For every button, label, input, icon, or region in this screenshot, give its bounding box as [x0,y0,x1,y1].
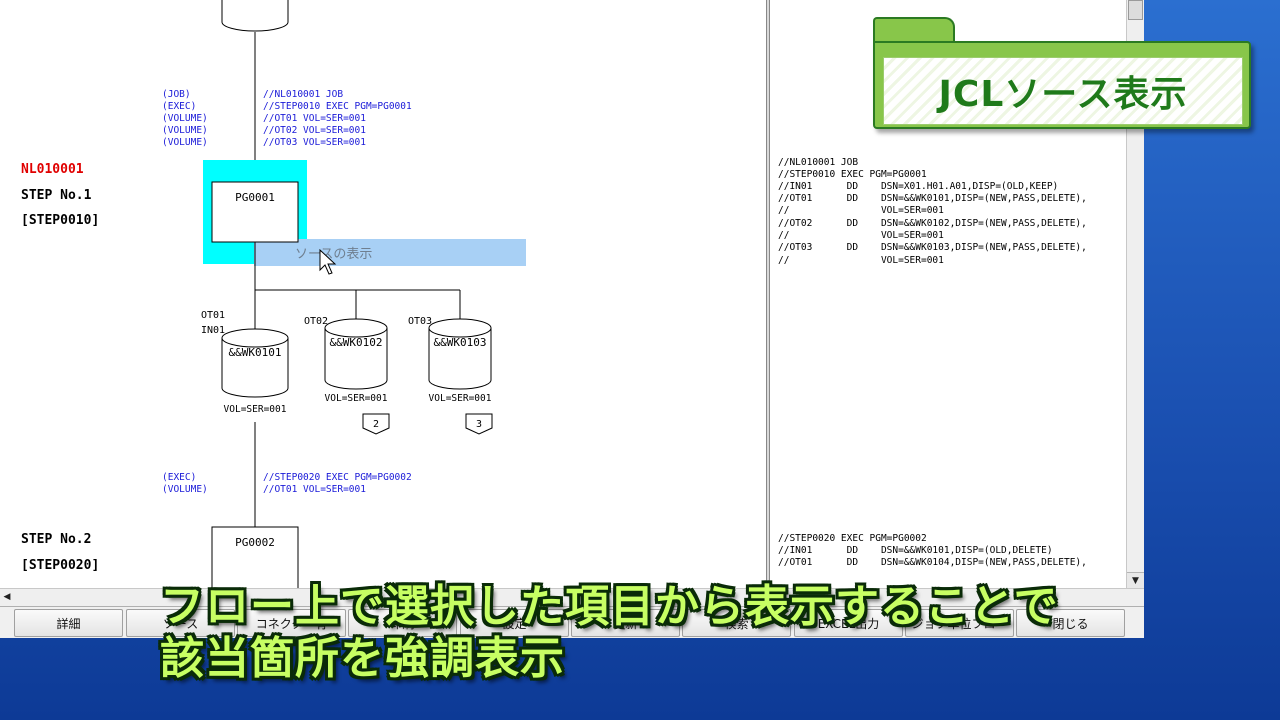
annotation-tag: (VOLUME) [162,125,208,136]
dd-name: IN01 [201,325,225,336]
volume-label: VOL=SER=001 [224,404,287,415]
dataset-name: &&WK0102 [330,336,383,349]
volume-label: VOL=SER=001 [325,393,388,404]
dataset-name: &&WK0103 [434,336,487,349]
step-number-label: STEP No.1 [21,188,92,203]
source-line: //STEP0020 EXEC PGM=PG0002 [778,533,927,544]
banner-body: JCLソース表示 [873,41,1251,129]
connector-ref: 3 [476,419,482,430]
dataset-wk0101[interactable]: OT01 IN01 &&WK0101 VOL=SER=001 [201,310,289,415]
step-name-label: [STEP0010] [21,213,99,228]
annotation-text: //STEP0010 EXEC PGM=PG0001 [263,101,412,112]
annotation-text: //NL010001 JOB [263,89,343,100]
step-name-label: [STEP0020] [21,558,99,573]
banner-title: JCLソース表示 [938,74,1188,115]
dataset-name: &&WK0101 [229,346,282,359]
program-name: PG0002 [235,536,275,549]
scroll-down-arrow-icon[interactable]: ▼ [1127,572,1144,588]
caption-line-2: 該当箇所を強調表示 [160,633,565,684]
source-line: //OT01 DD DSN=&&WK0101,DISP=(NEW,PASS,DE… [778,193,1087,204]
dd-name: OT01 [201,310,225,321]
source-line: //OT03 DD DSN=&&WK0103,DISP=(NEW,PASS,DE… [778,242,1087,253]
job-name: NL010001 [21,162,84,177]
annotation-text: //OT03 VOL=SER=001 [263,137,366,148]
source-line: // VOL=SER=001 [778,230,944,241]
source-line: // VOL=SER=001 [778,255,944,266]
annotation-tag: (VOLUME) [162,137,208,148]
scroll-left-arrow-icon[interactable]: ◀ [0,589,14,606]
source-line: //NL010001 JOB [778,157,859,168]
source-line: //STEP0010 EXEC PGM=PG0001 [778,169,927,180]
annotation-tag: (JOB) [162,89,191,100]
connector-ref: 2 [373,419,379,430]
flow-pane[interactable]: (JOB) //NL010001 JOB (EXEC) //STEP0010 E… [0,0,766,588]
annotation-tag: (VOLUME) [162,113,208,124]
annotation-text: //STEP0020 EXEC PGM=PG0002 [263,472,412,483]
context-menu-label: ソースの表示 [295,247,372,262]
annotation-tag: (VOLUME) [162,484,208,495]
feature-banner: JCLソース表示 [873,17,1253,131]
dataset-wk0102[interactable]: OT02 &&WK0102 VOL=SER=001 2 [304,316,390,435]
volume-label: VOL=SER=001 [429,393,492,404]
dd-name: OT03 [408,316,432,327]
annotation-tag: (EXEC) [162,472,196,483]
annotation-text: //OT01 VOL=SER=001 [263,484,366,495]
source-line: //OT01 DD DSN=&&WK0104,DISP=(NEW,PASS,DE… [778,557,1087,568]
source-line: // VOL=SER=001 [778,205,944,216]
banner-inner: JCLソース表示 [883,57,1243,125]
annotation-text: //OT02 VOL=SER=001 [263,125,366,136]
annotation-tag: (EXEC) [162,101,196,112]
annotation-text: //OT01 VOL=SER=001 [263,113,366,124]
detail-button[interactable]: 詳細 [14,609,123,637]
source-line: //IN01 DD DSN=&&WK0101,DISP=(OLD,DELETE) [778,545,1053,556]
source-line: //IN01 DD DSN=X01.H01.A01,DISP=(OLD,KEEP… [778,181,1059,192]
dataset-wk0103[interactable]: OT03 &&WK0103 VOL=SER=001 3 [408,316,493,435]
step2-annotations: (EXEC) //STEP0020 EXEC PGM=PG0002 (VOLUM… [162,472,412,495]
source-line: //OT02 DD DSN=&&WK0102,DISP=(NEW,PASS,DE… [778,218,1087,229]
flow-diagram: (JOB) //NL010001 JOB (EXEC) //STEP0010 E… [21,0,526,588]
step-number-label: STEP No.2 [21,532,91,547]
dd-name: OT02 [304,316,328,327]
dataset-cylinder-top [221,0,289,32]
program-name: PG0001 [235,191,275,204]
step1-annotations: (JOB) //NL010001 JOB (EXEC) //STEP0010 E… [162,89,412,148]
